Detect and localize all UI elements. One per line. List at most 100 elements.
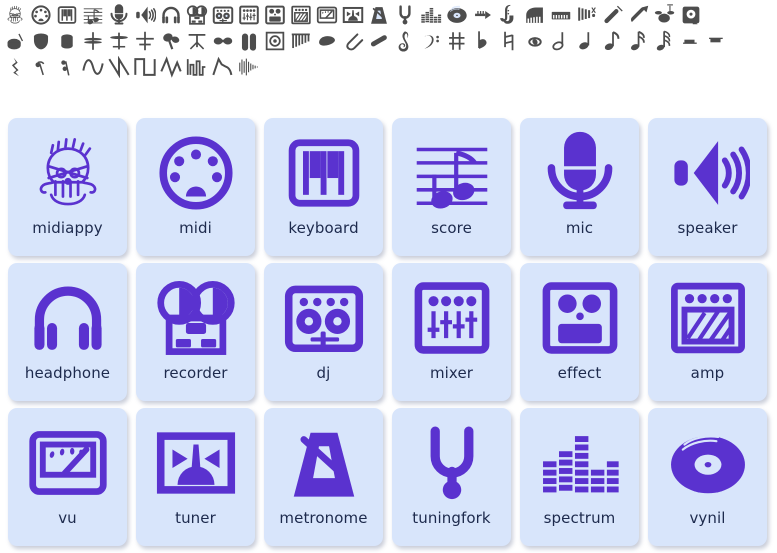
tuningfork-icon bbox=[404, 417, 500, 509]
maracas-icon[interactable] bbox=[158, 28, 184, 54]
synth-icon[interactable] bbox=[548, 2, 574, 28]
whole-note-icon[interactable] bbox=[522, 28, 548, 54]
speaker-icon[interactable] bbox=[132, 2, 158, 28]
half-rest-icon[interactable] bbox=[704, 28, 730, 54]
keyboard-icon[interactable] bbox=[54, 2, 80, 28]
drumstand-icon[interactable] bbox=[184, 28, 210, 54]
tuner-icon[interactable] bbox=[340, 2, 366, 28]
icon-card-label: score bbox=[431, 219, 472, 237]
flat-icon[interactable] bbox=[470, 28, 496, 54]
snare-icon[interactable] bbox=[2, 28, 28, 54]
congas-icon[interactable] bbox=[236, 28, 262, 54]
panflute-icon[interactable] bbox=[288, 28, 314, 54]
icon-card-label: amp bbox=[690, 364, 725, 382]
thirtysecond-note-icon[interactable] bbox=[652, 28, 678, 54]
midi-icon[interactable] bbox=[28, 2, 54, 28]
square-wave-icon[interactable] bbox=[132, 54, 158, 80]
envelope-icon[interactable] bbox=[210, 54, 236, 80]
icon-card-metronome[interactable]: metronome bbox=[264, 408, 383, 546]
icon-card-effect[interactable]: effect bbox=[520, 263, 639, 401]
spectrum-icon[interactable] bbox=[418, 2, 444, 28]
sixteenth-note-icon[interactable] bbox=[626, 28, 652, 54]
saxophone-icon[interactable] bbox=[496, 2, 522, 28]
clip-icon[interactable] bbox=[340, 28, 366, 54]
xylophone-icon[interactable] bbox=[574, 2, 600, 28]
icon-card-label: mixer bbox=[429, 364, 474, 382]
mixer-icon[interactable] bbox=[236, 2, 262, 28]
pick-icon[interactable] bbox=[314, 28, 340, 54]
midiappy-icon bbox=[20, 127, 116, 219]
mic-icon bbox=[532, 127, 628, 219]
gong-icon[interactable] bbox=[262, 28, 288, 54]
score-icon bbox=[404, 127, 500, 219]
sixteenth-rest-icon[interactable] bbox=[54, 54, 80, 80]
midiappy-icon[interactable] bbox=[2, 2, 28, 28]
icon-card-tuner[interactable]: tuner bbox=[136, 408, 255, 546]
triangle-wave-icon[interactable] bbox=[158, 54, 184, 80]
mixer-icon bbox=[404, 272, 500, 364]
glyph-row-1 bbox=[2, 2, 777, 28]
icon-card-score[interactable]: score bbox=[392, 118, 511, 256]
bongo-icon[interactable] bbox=[54, 28, 80, 54]
natural-icon[interactable] bbox=[496, 28, 522, 54]
icon-card-dj[interactable]: dj bbox=[264, 263, 383, 401]
vu-icon[interactable] bbox=[314, 2, 340, 28]
vynil-icon[interactable] bbox=[444, 2, 470, 28]
icon-card-label: vynil bbox=[689, 509, 726, 527]
icon-card-spectrum[interactable]: spectrum bbox=[520, 408, 639, 546]
icon-card-speaker[interactable]: speaker bbox=[648, 118, 767, 256]
quarter-rest-icon[interactable] bbox=[2, 54, 28, 80]
icon-card-label: tuningfork bbox=[412, 509, 491, 527]
effect-icon[interactable] bbox=[262, 2, 288, 28]
icon-card-tuningfork[interactable]: tuningfork bbox=[392, 408, 511, 546]
pulse-wave-icon[interactable] bbox=[184, 54, 210, 80]
icon-card-midi[interactable]: midi bbox=[136, 118, 255, 256]
eighth-note-icon[interactable] bbox=[600, 28, 626, 54]
icon-card-headphone[interactable]: headphone bbox=[8, 263, 127, 401]
bass-clef-icon[interactable] bbox=[418, 28, 444, 54]
dj-icon[interactable] bbox=[210, 2, 236, 28]
trumpet-icon[interactable] bbox=[470, 2, 496, 28]
icon-card-amp[interactable]: amp bbox=[648, 263, 767, 401]
timpani-icon[interactable] bbox=[28, 28, 54, 54]
icon-card-recorder[interactable]: recorder bbox=[136, 263, 255, 401]
crash-icon[interactable] bbox=[132, 28, 158, 54]
glyph-strip bbox=[0, 0, 777, 88]
icon-card-midiappy[interactable]: midiappy bbox=[8, 118, 127, 256]
recorder-icon[interactable] bbox=[184, 2, 210, 28]
icon-card-vynil[interactable]: vynil bbox=[648, 408, 767, 546]
violin-icon[interactable] bbox=[600, 2, 626, 28]
icon-card-mixer[interactable]: mixer bbox=[392, 263, 511, 401]
cymbal-icon[interactable] bbox=[106, 28, 132, 54]
headphone-icon bbox=[20, 272, 116, 364]
treble-clef-icon[interactable] bbox=[392, 28, 418, 54]
sine-wave-icon[interactable] bbox=[80, 54, 106, 80]
amp-icon[interactable] bbox=[288, 2, 314, 28]
glyph-row-2 bbox=[2, 28, 777, 54]
icon-card-keyboard[interactable]: keyboard bbox=[264, 118, 383, 256]
half-note-icon[interactable] bbox=[548, 28, 574, 54]
sawtooth-wave-icon[interactable] bbox=[106, 54, 132, 80]
whole-rest-icon[interactable] bbox=[678, 28, 704, 54]
score-icon[interactable] bbox=[80, 2, 106, 28]
sharp-icon[interactable] bbox=[444, 28, 470, 54]
mic-icon[interactable] bbox=[106, 2, 132, 28]
quarter-note-icon[interactable] bbox=[574, 28, 600, 54]
headphone-icon[interactable] bbox=[158, 2, 184, 28]
speaker-icon bbox=[660, 127, 756, 219]
speakercab-icon[interactable] bbox=[678, 2, 704, 28]
castanet-icon[interactable] bbox=[210, 28, 236, 54]
piano-icon[interactable] bbox=[522, 2, 548, 28]
icon-card-label: speaker bbox=[677, 219, 738, 237]
hihat-icon[interactable] bbox=[80, 28, 106, 54]
eighth-rest-icon[interactable] bbox=[28, 54, 54, 80]
icon-card-mic[interactable]: mic bbox=[520, 118, 639, 256]
metronome-icon[interactable] bbox=[366, 2, 392, 28]
waveform-icon[interactable] bbox=[236, 54, 262, 80]
icon-card-vu[interactable]: vu bbox=[8, 408, 127, 546]
guitar-icon[interactable] bbox=[626, 2, 652, 28]
capo-icon[interactable] bbox=[366, 28, 392, 54]
tuningfork-icon[interactable] bbox=[392, 2, 418, 28]
icon-card-label: keyboard bbox=[288, 219, 359, 237]
drumkit-icon[interactable] bbox=[652, 2, 678, 28]
